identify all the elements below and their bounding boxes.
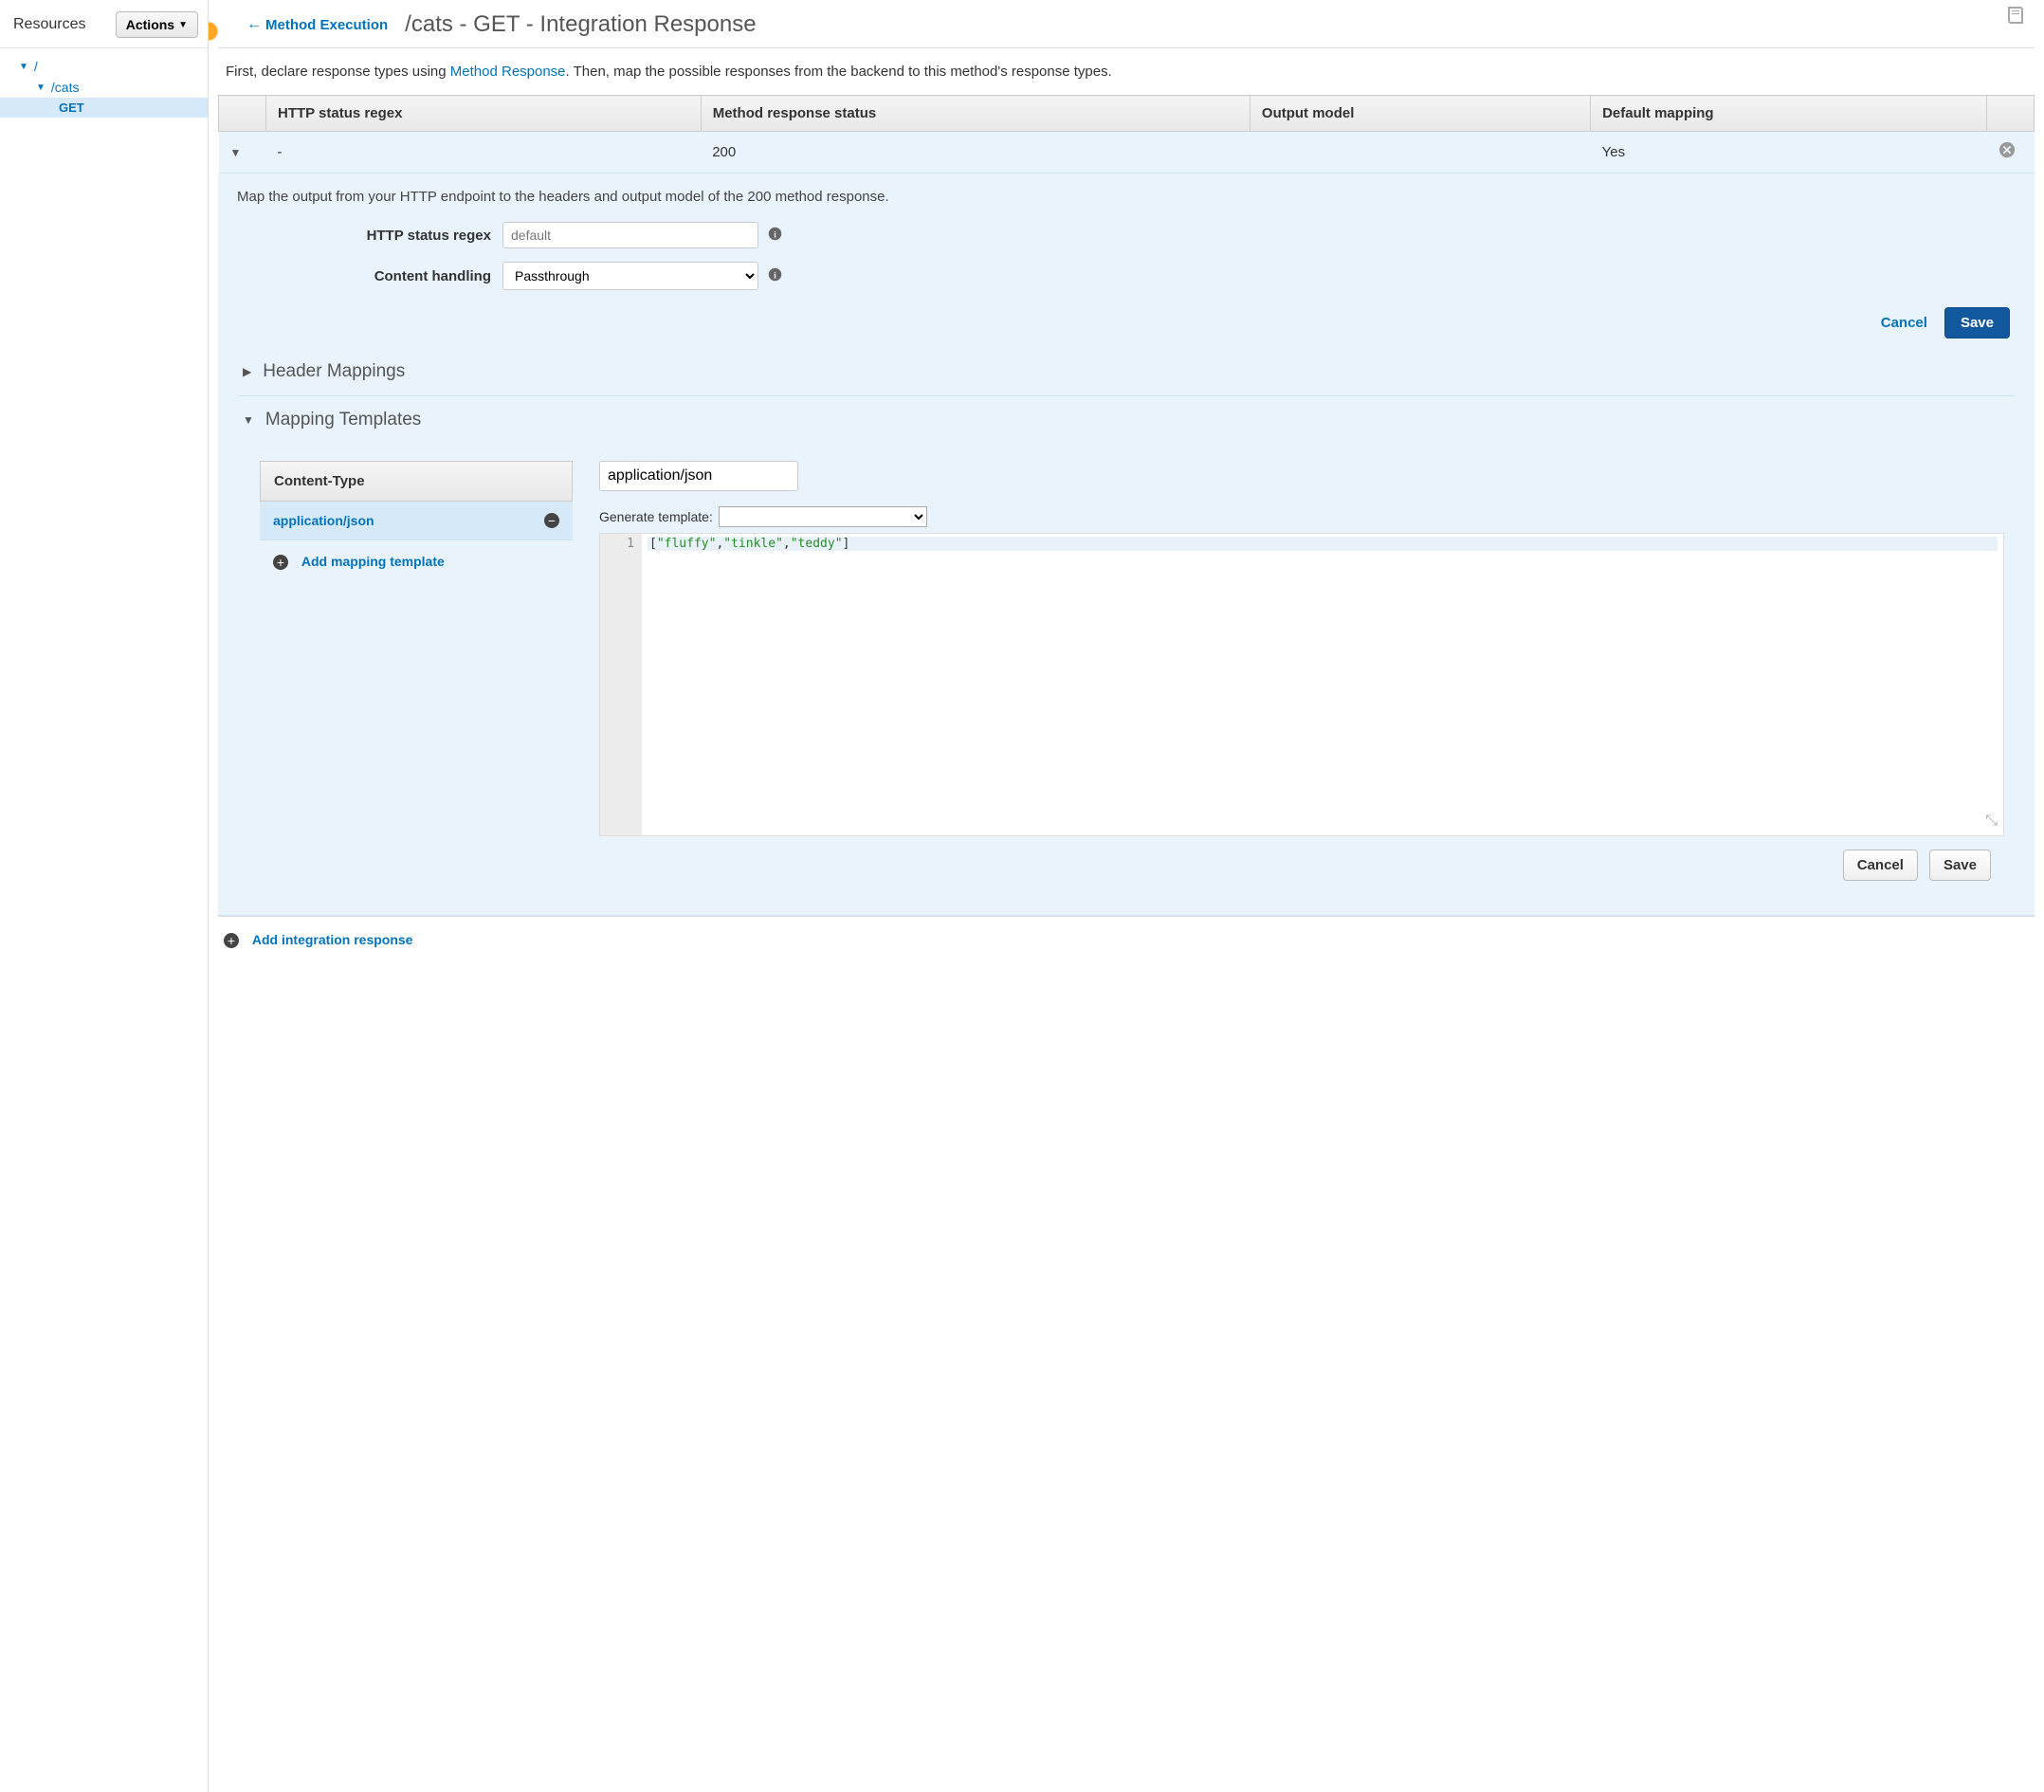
info-icon[interactable]: i [768,227,782,245]
tree-resource-label: /cats [51,80,80,95]
cancel-button[interactable]: Cancel [1875,307,1933,338]
panel-description: Map the output from your HTTP endpoint t… [237,189,2016,205]
mapping-templates-section[interactable]: ▼ Mapping Templates [237,396,2016,444]
resize-handle-icon[interactable]: ⤡ [1985,813,1998,830]
caret-down-icon: ▼ [36,82,46,93]
tree-resource-cats[interactable]: ▼ /cats [0,77,208,98]
tree-root-label: / [34,59,38,74]
arrow-left-icon: ← [246,16,262,33]
template-editor-column: Generate template: 1 ["fluffy","tinkle",… [599,461,2016,883]
content-type-header: Content-Type [260,461,573,502]
info-icon[interactable]: i [768,267,782,285]
caret-down-icon: ▼ [19,62,28,72]
svg-text:i: i [774,229,776,240]
book-icon[interactable] [2004,4,2027,32]
remove-content-type-icon[interactable]: − [544,513,559,528]
header-mappings-label: Header Mappings [263,361,405,382]
resources-sidebar: Resources Actions ▼ ▼ / ▼ /cats GET [0,0,209,1792]
caret-down-icon: ▼ [178,20,188,30]
cell-method-status: 200 [701,132,1250,174]
response-detail-panel: Map the output from your HTTP endpoint t… [218,174,2035,916]
regex-label: HTTP status regex [237,228,502,244]
svg-text:i: i [774,270,776,281]
add-mapping-template-row: + Add mapping template [260,540,573,583]
caret-down-icon[interactable]: ▼ [230,146,242,159]
template-cancel-button[interactable]: Cancel [1843,850,1918,881]
breadcrumb: ← Method Execution /cats - GET - Integra… [218,0,2035,48]
col-default-mapping: Default mapping [1591,96,1987,132]
page-title: /cats - GET - Integration Response [405,11,756,38]
cell-output-model [1250,132,1590,174]
template-code-editor[interactable]: 1 ["fluffy","tinkle","teddy"] ⤡ [599,533,2004,836]
col-regex: HTTP status regex [266,96,702,132]
method-response-link[interactable]: Method Response [450,64,566,80]
add-mapping-template-link[interactable]: Add mapping template [301,554,445,569]
content-type-input[interactable] [599,461,798,491]
plus-icon[interactable]: + [224,933,239,948]
actions-label: Actions [126,17,174,32]
generate-template-select[interactable] [719,506,927,527]
tree-method-get[interactable]: GET [0,98,208,118]
caret-down-icon: ▼ [243,413,254,427]
intro-text: First, declare response types using Meth… [218,48,2035,95]
line-number: 1 [600,537,634,551]
save-button[interactable]: Save [1944,307,2010,338]
header-mappings-section[interactable]: ▶ Header Mappings [237,348,2016,396]
cell-default-mapping: Yes [1591,132,1987,174]
intro-post: . Then, map the possible responses from … [566,64,1112,80]
content-handling-select[interactable]: Passthrough [502,262,758,290]
add-integration-row: + Add integration response [218,916,2035,963]
resource-tree: ▼ / ▼ /cats GET [0,48,208,125]
intro-pre: First, declare response types using [226,64,450,80]
tree-method-label: GET [59,101,84,115]
actions-button[interactable]: Actions ▼ [116,11,198,38]
response-table: HTTP status regex Method response status… [218,95,2035,174]
sidebar-title: Resources [13,16,85,33]
col-method-status: Method response status [701,96,1250,132]
content-handling-label: Content handling [237,268,502,284]
col-output-model: Output model [1250,96,1590,132]
content-type-table: Content-Type application/json − + Add ma… [260,461,573,883]
col-delete [1987,96,2035,132]
editor-code[interactable]: ["fluffy","tinkle","teddy"] [642,534,2003,835]
splitter-handle-icon[interactable] [209,23,217,40]
add-integration-response-link[interactable]: Add integration response [252,932,413,947]
delete-row-icon[interactable] [1998,143,2016,162]
template-save-button[interactable]: Save [1929,850,1991,881]
plus-icon[interactable]: + [273,555,288,570]
generate-template-label: Generate template: [599,509,713,524]
cell-regex: - [266,132,702,174]
caret-right-icon: ▶ [243,365,251,378]
table-row[interactable]: ▼ - 200 Yes [219,132,2035,174]
regex-input[interactable] [502,222,758,248]
content-type-row[interactable]: application/json − [260,502,573,540]
back-to-method-execution[interactable]: ← Method Execution [246,16,388,33]
tree-root[interactable]: ▼ / [0,56,208,77]
mapping-templates-label: Mapping Templates [265,410,421,430]
editor-gutter: 1 [600,534,642,835]
back-label: Method Execution [265,17,388,33]
mapping-templates-body: Content-Type application/json − + Add ma… [237,444,2016,900]
content-type-link[interactable]: application/json [273,513,374,528]
col-expand [219,96,266,132]
main-content: ← Method Execution /cats - GET - Integra… [209,0,2044,1792]
